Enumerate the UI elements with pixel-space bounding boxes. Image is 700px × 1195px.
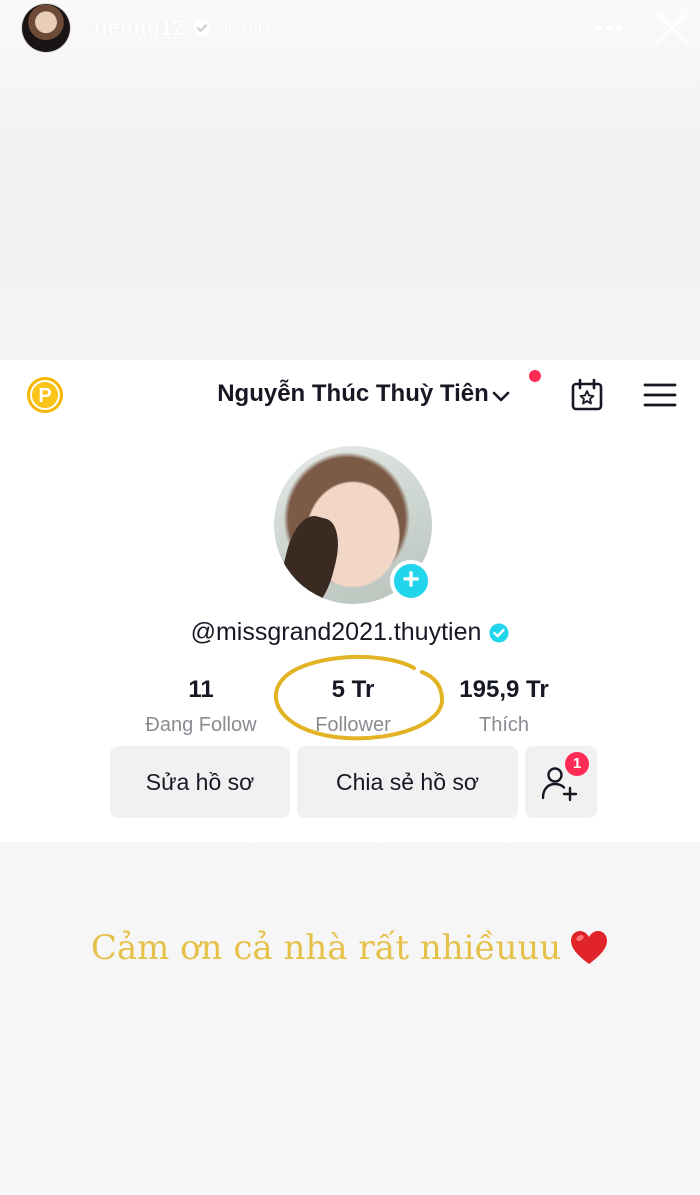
stat-following-value: 11 bbox=[188, 676, 214, 703]
calendar-icon[interactable] bbox=[570, 378, 604, 412]
story-caption: Cảm ơn cả nhà rất nhiềuuu bbox=[0, 928, 700, 968]
share-profile-button[interactable]: Chia sẻ hồ sơ bbox=[297, 746, 518, 818]
friend-request-badge: 1 bbox=[565, 752, 589, 776]
chevron-down-icon bbox=[492, 391, 510, 402]
profile-card: P Nguyễn Thúc Thuỳ Tiên + @missgrand2021… bbox=[0, 360, 700, 842]
stat-followers-value: 5 Tr bbox=[331, 676, 375, 703]
story-time: 1 giờ bbox=[224, 16, 272, 39]
stat-followers-label: Follower bbox=[315, 714, 391, 736]
close-icon[interactable] bbox=[654, 10, 690, 46]
story-username[interactable]: tienng12 bbox=[94, 15, 184, 41]
handle-row: @missgrand2021.thuytien bbox=[0, 618, 700, 647]
verified-icon bbox=[489, 623, 509, 642]
notification-dot bbox=[529, 370, 541, 382]
caption-text: Cảm ơn cả nhà rất nhiềuuu bbox=[90, 928, 562, 968]
profile-name: Nguyễn Thúc Thuỳ Tiên bbox=[217, 380, 489, 407]
story-header: tienng12 1 giờ bbox=[0, 0, 700, 58]
menu-icon[interactable] bbox=[643, 382, 677, 408]
stat-following[interactable]: 11 Đang Follow bbox=[121, 676, 281, 737]
stat-likes-value: 195,9 Tr bbox=[459, 676, 549, 703]
more-icon[interactable] bbox=[594, 14, 624, 42]
stat-likes-label: Thích bbox=[478, 714, 530, 736]
profile-handle: @missgrand2021.thuytien bbox=[190, 618, 482, 646]
add-photo-button[interactable]: + bbox=[390, 560, 432, 602]
profile-photo-hair bbox=[274, 511, 346, 604]
verified-icon bbox=[193, 19, 211, 37]
heart-icon bbox=[571, 931, 608, 964]
edit-profile-button[interactable]: Sửa hồ sơ bbox=[110, 746, 290, 818]
add-friends-button[interactable]: 1 bbox=[525, 746, 597, 818]
story-avatar[interactable] bbox=[22, 4, 70, 52]
stat-followers[interactable]: 5 Tr Follower bbox=[273, 676, 433, 737]
stat-likes[interactable]: 195,9 Tr Thích bbox=[424, 676, 584, 737]
stat-following-label: Đang Follow bbox=[145, 714, 257, 736]
